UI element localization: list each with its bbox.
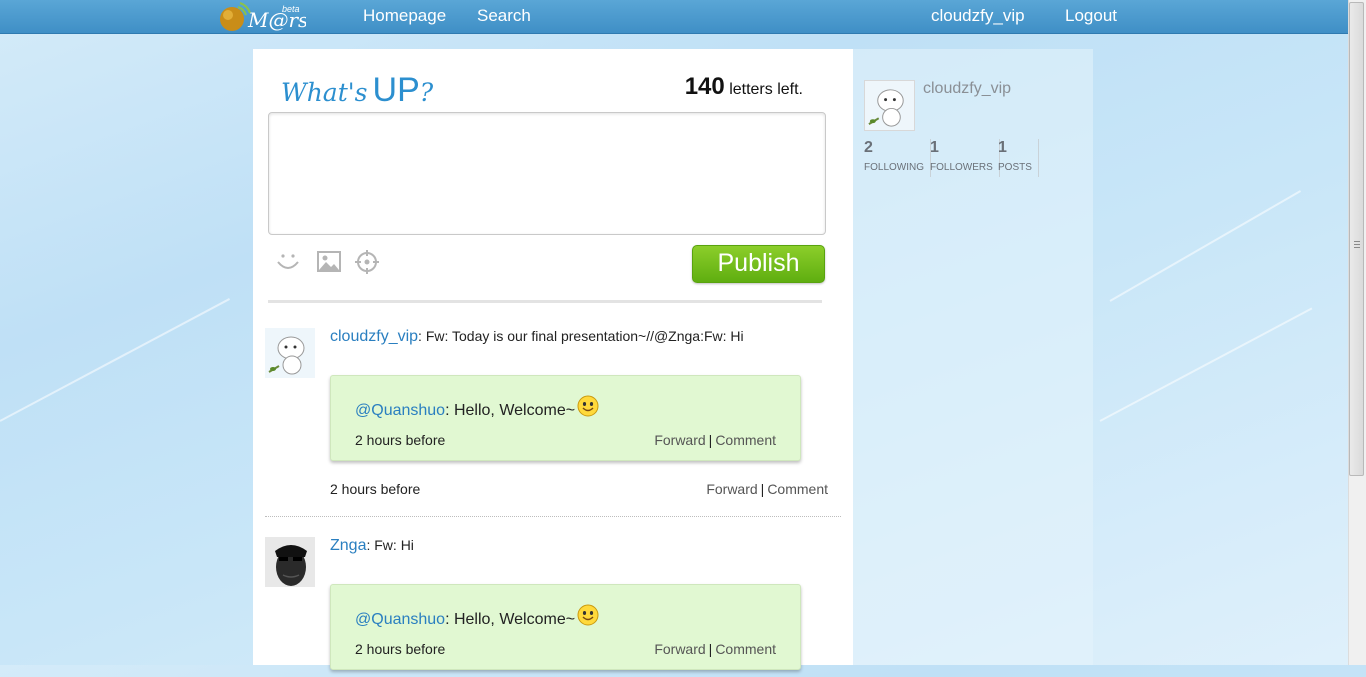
title-up: UP xyxy=(372,71,420,109)
forwarded-post-actions: Forward | Comment xyxy=(654,641,776,657)
stat-posts[interactable]: 1 POSTS xyxy=(998,139,1039,177)
smiley-emoticon-icon xyxy=(577,604,599,631)
image-icon[interactable] xyxy=(316,249,342,275)
smiley-emoticon-icon xyxy=(577,395,599,422)
forwarded-post-box: @Quanshuo: Hello, Welcome~ 2 hours befor… xyxy=(330,584,801,670)
forward-link[interactable]: Forward xyxy=(706,481,757,497)
post-separator xyxy=(265,516,841,517)
forwarded-post-content: @Quanshuo: Hello, Welcome~ xyxy=(355,395,599,422)
post-username-link[interactable]: cloudzfy_vip xyxy=(330,328,418,345)
location-crosshair-icon[interactable] xyxy=(354,249,380,275)
background-streak xyxy=(1099,307,1313,422)
main-feed-panel: What's UP? 140 letters left. Publish clo xyxy=(253,49,853,670)
mention-link[interactable]: @Quanshuo xyxy=(355,611,445,628)
comment-link[interactable]: Comment xyxy=(715,641,776,657)
stat-following[interactable]: 2 FOLLOWING xyxy=(864,139,932,177)
nav-username-link[interactable]: cloudzfy_vip xyxy=(931,6,1025,26)
post-text: Fw: Hi xyxy=(374,537,414,553)
forward-link[interactable]: Forward xyxy=(654,432,705,448)
post-time: 2 hours before xyxy=(330,481,421,497)
mention-link[interactable]: @Quanshuo xyxy=(355,402,445,419)
stat-followers[interactable]: 1 FOLLOWERS xyxy=(930,139,1000,177)
logo-beta-badge: beta xyxy=(282,4,300,14)
smiley-icon[interactable] xyxy=(275,249,301,275)
comment-link[interactable]: Comment xyxy=(715,432,776,448)
top-navigation-bar: M@rs beta Homepage Search cloudzfy_vip L… xyxy=(0,0,1348,34)
forwarded-post-time: 2 hours before xyxy=(355,641,446,657)
scrollbar-thumb[interactable] xyxy=(1349,2,1364,476)
stat-value: 1 xyxy=(930,139,939,156)
forwarded-post-actions: Forward | Comment xyxy=(654,432,776,448)
post-username-link[interactable]: Znga xyxy=(330,537,366,554)
forwarded-text: : Hello, Welcome~ xyxy=(445,611,576,628)
stat-label: POSTS xyxy=(998,162,1032,173)
letters-left-counter: 140 letters left. xyxy=(685,73,803,101)
post-header: Znga: Fw: Hi xyxy=(330,537,414,554)
stat-label: FOLLOWING xyxy=(864,162,925,173)
forwarded-post-box: @Quanshuo: Hello, Welcome~ 2 hours befor… xyxy=(330,375,801,461)
feed-post: cloudzfy_vip: Fw: Today is our final pre… xyxy=(265,328,842,508)
post-actions: Forward | Comment xyxy=(706,481,828,497)
stat-label: FOLLOWERS xyxy=(930,162,993,173)
composer-divider xyxy=(268,300,822,303)
forwarded-text: : Hello, Welcome~ xyxy=(445,402,576,419)
letters-left-label: letters left. xyxy=(729,81,803,98)
status-textarea[interactable] xyxy=(268,112,826,235)
comment-link[interactable]: Comment xyxy=(767,481,828,497)
letters-left-count: 140 xyxy=(684,73,725,100)
stat-value: 1 xyxy=(998,139,1007,156)
title-question-mark: ? xyxy=(419,78,434,107)
background-streak xyxy=(1109,190,1302,302)
post-header: cloudzfy_vip: Fw: Today is our final pre… xyxy=(330,328,744,345)
background-streak xyxy=(0,298,231,422)
feed-post: Znga: Fw: Hi @Quanshuo: Hello, Welcome~ … xyxy=(265,537,842,677)
title-whats: What's xyxy=(281,78,368,107)
user-avatar[interactable] xyxy=(265,537,315,587)
nav-logout-link[interactable]: Logout xyxy=(1065,6,1117,26)
forward-link[interactable]: Forward xyxy=(654,641,705,657)
stat-value: 2 xyxy=(864,139,873,156)
post-text: Fw: Today is our final presentation~//@Z… xyxy=(425,328,744,344)
user-avatar[interactable] xyxy=(265,328,315,378)
profile-sidebar: cloudzfy_vip 2 FOLLOWING 1 FOLLOWERS 1 P… xyxy=(853,49,1093,665)
mars-logo[interactable]: M@rs beta xyxy=(216,1,308,33)
nav-homepage-link[interactable]: Homepage xyxy=(363,6,446,26)
forwarded-post-content: @Quanshuo: Hello, Welcome~ xyxy=(355,604,599,631)
nav-search-link[interactable]: Search xyxy=(477,6,531,26)
profile-avatar[interactable] xyxy=(864,80,915,131)
publish-button[interactable]: Publish xyxy=(692,245,825,283)
forwarded-post-time: 2 hours before xyxy=(355,432,446,448)
whats-up-title: What's UP? xyxy=(281,71,433,110)
profile-name-link[interactable]: cloudzfy_vip xyxy=(923,80,1011,98)
